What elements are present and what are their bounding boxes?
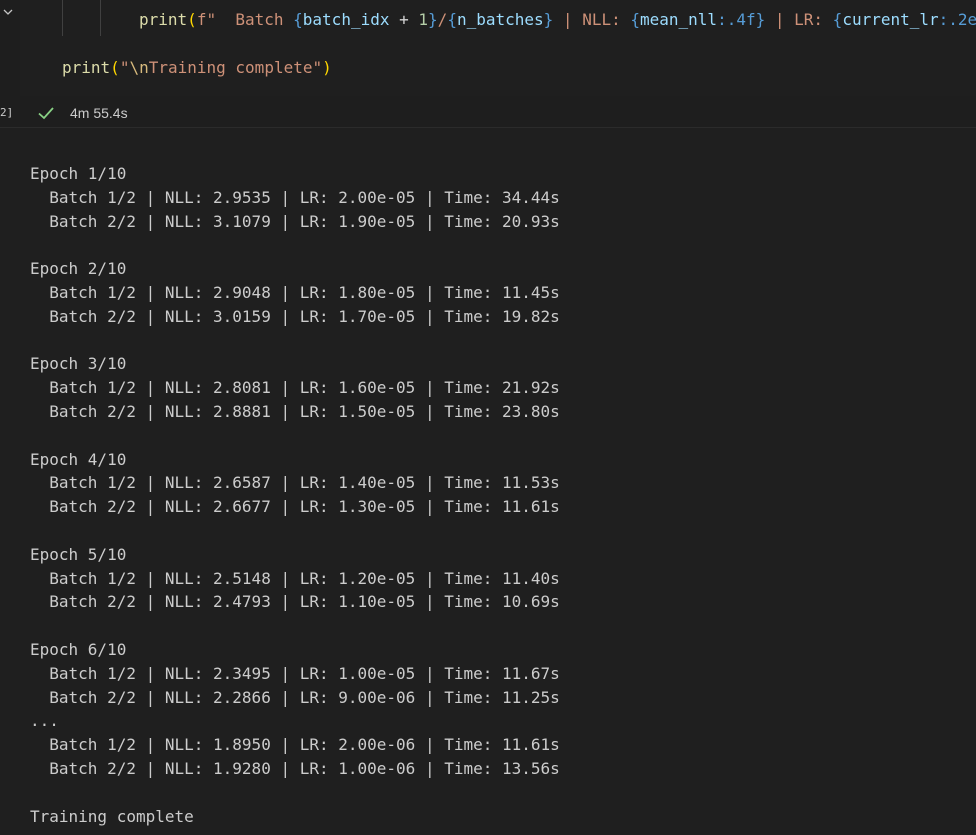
indent-guide xyxy=(100,0,101,36)
code-token: } xyxy=(755,10,766,29)
code-token: n_batches xyxy=(456,10,544,29)
code-token: { xyxy=(447,10,457,29)
code-editor[interactable]: print(f" Batch {batch_idx + 1}/{n_batche… xyxy=(20,0,976,96)
code-token: 1 xyxy=(418,10,429,29)
cell-output: Epoch 1/10 Batch 1/2 | NLL: 2.9535 | LR:… xyxy=(0,128,976,835)
output-line: Batch 1/2 | NLL: 2.5148 | LR: 1.20e-05 |… xyxy=(30,568,560,588)
code-token: ( xyxy=(187,10,197,29)
code-token: | LR: xyxy=(765,10,833,29)
code-token: } xyxy=(428,10,438,29)
cell-gutter: 2] xyxy=(0,0,20,127)
output-line: ... xyxy=(30,711,59,731)
output-line: Epoch 2/10 xyxy=(30,259,127,279)
code-token: f" Batch xyxy=(196,10,294,29)
code-token: :.4f xyxy=(717,10,756,29)
output-line: Epoch 3/10 xyxy=(30,354,127,374)
output-line: Batch 2/2 | NLL: 2.2866 | LR: 9.00e-06 |… xyxy=(30,687,560,707)
code-token: ) xyxy=(322,58,332,77)
output-line: Epoch 6/10 xyxy=(30,639,127,659)
code-token: { xyxy=(630,10,640,29)
output-line: Batch 1/2 | NLL: 2.3495 | LR: 1.00e-05 |… xyxy=(30,663,560,683)
output-text: Epoch 1/10 Batch 1/2 | NLL: 2.9535 | LR:… xyxy=(30,162,560,828)
code-token: :.2e xyxy=(938,10,976,29)
output-line: Batch 2/2 | NLL: 2.6677 | LR: 1.30e-05 |… xyxy=(30,497,560,517)
code-token: print xyxy=(62,58,111,77)
output-line: Epoch 4/10 xyxy=(30,449,127,469)
code-token: { xyxy=(832,10,843,29)
output-line: Epoch 5/10 xyxy=(30,544,127,564)
output-line: Epoch 1/10 xyxy=(30,164,127,183)
code-token: { xyxy=(293,10,303,29)
code-token: print xyxy=(139,10,188,29)
code-token: Training complete" xyxy=(148,58,323,77)
code-token: batch_idx xyxy=(302,10,390,29)
code-token: " xyxy=(119,58,130,77)
output-line: Batch 1/2 | NLL: 2.9048 | LR: 1.80e-05 |… xyxy=(30,282,560,302)
output-line: Batch 1/2 | NLL: 1.8950 | LR: 2.00e-06 |… xyxy=(30,735,560,755)
code-token: ( xyxy=(110,58,120,77)
output-line: Batch 1/2 | NLL: 2.6587 | LR: 1.40e-05 |… xyxy=(30,473,560,493)
output-line: Batch 2/2 | NLL: 1.9280 | LR: 1.00e-06 |… xyxy=(30,758,560,778)
indent-guide xyxy=(62,0,63,36)
output-line: Batch 2/2 | NLL: 3.0159 | LR: 1.70e-05 |… xyxy=(30,306,560,326)
check-icon xyxy=(36,103,56,123)
execution-time: 4m 55.4s xyxy=(70,105,128,121)
output-line: Training complete xyxy=(30,806,194,826)
cell-status: 4m 55.4s xyxy=(20,100,128,126)
code-token: | NLL: xyxy=(553,10,631,29)
code-token: + xyxy=(389,10,419,29)
output-line: Batch 1/2 | NLL: 2.9535 | LR: 2.00e-05 |… xyxy=(30,187,560,207)
code-token: current_lr xyxy=(842,10,939,29)
code-token: mean_nll xyxy=(640,10,718,29)
code-token: } xyxy=(543,10,554,29)
code-token: / xyxy=(437,10,448,29)
output-line: Batch 2/2 | NLL: 2.8881 | LR: 1.50e-05 |… xyxy=(30,401,560,421)
execution-count: 2] xyxy=(0,106,14,119)
chevron-down-icon[interactable] xyxy=(2,6,14,18)
code-cell[interactable]: 2] print(f" Batch {batch_idx + 1}/{n_bat… xyxy=(0,0,976,128)
code-token: \n xyxy=(129,58,149,77)
output-line: Batch 1/2 | NLL: 2.8081 | LR: 1.60e-05 |… xyxy=(30,378,560,398)
code-line[interactable]: print("\nTraining complete") xyxy=(62,56,332,80)
output-line: Batch 2/2 | NLL: 2.4793 | LR: 1.10e-05 |… xyxy=(30,592,560,612)
output-line: Batch 2/2 | NLL: 3.1079 | LR: 1.90e-05 |… xyxy=(30,211,560,231)
code-line[interactable]: print(f" Batch {batch_idx + 1}/{n_batche… xyxy=(139,8,976,32)
